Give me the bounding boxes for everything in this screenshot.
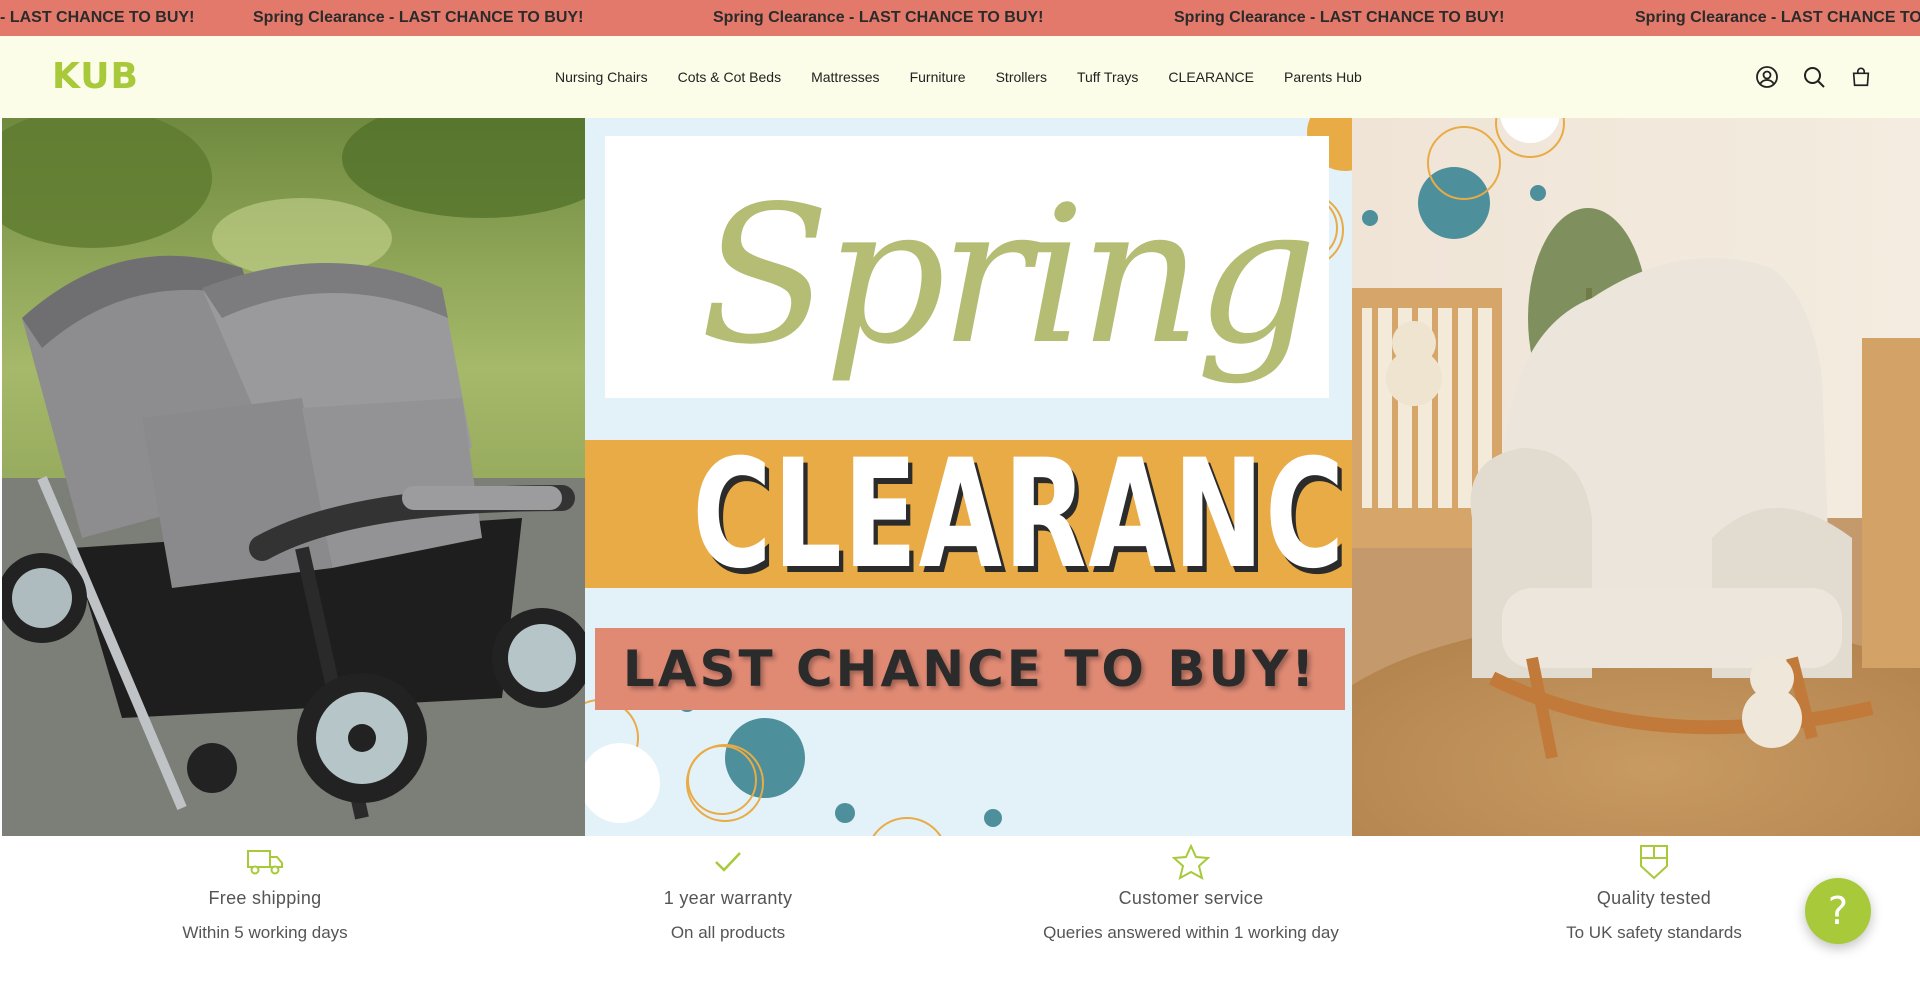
account-icon[interactable]: [1754, 64, 1780, 90]
last-chance-band: LAST CHANCE TO BUY!: [595, 628, 1345, 710]
clearance-band: CLEARANCE: [585, 428, 1352, 602]
truck-icon: [65, 836, 465, 880]
feature-subtitle: To UK safety standards: [1566, 923, 1742, 942]
feature-subtitle: On all products: [670, 923, 786, 942]
nav-item-clearance[interactable]: CLEARANCE: [1153, 36, 1269, 118]
cart-icon[interactable]: [1848, 64, 1874, 90]
search-icon[interactable]: [1801, 64, 1827, 90]
spring-clearance-banner[interactable]: Spring CLEARANCE LAST CHANCE TO BUY!: [585, 118, 1352, 836]
announcement-message[interactable]: Spring Clearance - LAST CHANCE TO BUY!: [713, 0, 1043, 36]
nav-item-cots[interactable]: Cots & Cot Beds: [663, 36, 797, 118]
feature-title: Free shipping: [208, 888, 322, 908]
clearance-heading: CLEARANCE: [692, 428, 1352, 602]
feature-subtitle: Within 5 working days: [182, 923, 348, 942]
rocking-chair-image: [1352, 118, 1920, 836]
announcement-bar: Spring Clearance - LAST CHANCE TO BUY! S…: [0, 0, 1920, 36]
star-icon: [991, 836, 1391, 880]
announcement-message[interactable]: Spring Clearance - LAST CHANCE TO BUY!: [0, 0, 194, 36]
help-button[interactable]: ?: [1805, 878, 1871, 944]
feature-quality: Quality tested To UK safety standards: [1454, 836, 1854, 943]
nav-item-parents-hub[interactable]: Parents Hub: [1269, 36, 1377, 118]
site-logo[interactable]: KUB: [52, 58, 139, 96]
feature-title: 1 year warranty: [663, 888, 793, 908]
feature-title: Quality tested: [1596, 888, 1712, 908]
nav-item-furniture[interactable]: Furniture: [895, 36, 981, 118]
announcement-message[interactable]: Spring Clearance - LAST CHANCE TO BUY!: [253, 0, 583, 36]
shield-icon: [1454, 836, 1854, 880]
last-chance-text: LAST CHANCE TO BUY!: [622, 640, 1318, 698]
feature-free-shipping: Free shipping Within 5 working days: [65, 836, 465, 943]
hero-banner[interactable]: Spring CLEARANCE LAST CHANCE TO BUY!: [0, 118, 1920, 836]
feature-strip: Free shipping Within 5 working days 1 ye…: [0, 836, 1920, 993]
check-icon: [528, 836, 928, 880]
nav-item-strollers[interactable]: Strollers: [981, 36, 1062, 118]
logo-text: KUB: [52, 56, 139, 97]
main-nav: Nursing Chairs Cots & Cot Beds Mattresse…: [540, 36, 1377, 118]
feature-subtitle: Queries answered within 1 working day: [1043, 923, 1339, 942]
nav-item-tuff-trays[interactable]: Tuff Trays: [1062, 36, 1153, 118]
stroller-image: [2, 118, 585, 836]
feature-customer-service: Customer service Queries answered within…: [991, 836, 1391, 943]
nav-item-mattresses[interactable]: Mattresses: [796, 36, 894, 118]
nav-item-nursing-chairs[interactable]: Nursing Chairs: [540, 36, 663, 118]
spring-panel: Spring: [605, 136, 1329, 398]
announcement-message[interactable]: Spring Clearance - LAST CHANCE TO BUY!: [1174, 0, 1504, 36]
announcement-message[interactable]: Spring Clearance - LAST CHANCE TO BUY!: [1635, 0, 1920, 36]
question-icon: ?: [1827, 889, 1849, 933]
header-actions: [1754, 36, 1874, 118]
feature-title: Customer service: [1118, 888, 1264, 908]
feature-warranty: 1 year warranty On all products: [528, 836, 928, 943]
site-header: KUB Nursing Chairs Cots & Cot Beds Mattr…: [0, 36, 1920, 118]
spring-heading: Spring: [700, 165, 1317, 386]
